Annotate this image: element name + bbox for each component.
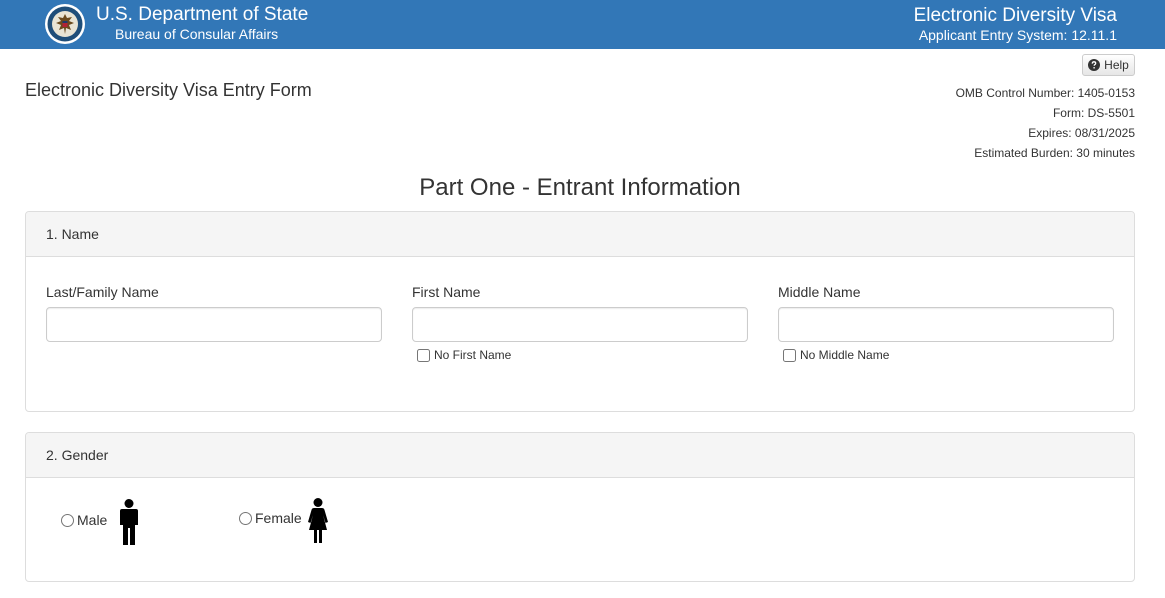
no-first-name-label: No First Name bbox=[434, 348, 512, 362]
omb-control-number: OMB Control Number: 1405-0153 bbox=[955, 86, 1135, 100]
no-middle-name-label: No Middle Name bbox=[800, 348, 890, 362]
header-banner: U.S. Department of State Bureau of Consu… bbox=[0, 0, 1165, 49]
male-radio[interactable] bbox=[61, 513, 74, 527]
last-name-input[interactable] bbox=[46, 307, 382, 342]
female-person-icon bbox=[308, 498, 328, 543]
agency-name: U.S. Department of State bbox=[96, 4, 309, 25]
question-circle-icon bbox=[1088, 59, 1101, 71]
form-title: Electronic Diversity Visa Entry Form bbox=[25, 80, 312, 100]
gender-option-female[interactable]: Female bbox=[239, 510, 302, 526]
female-label: Female bbox=[255, 510, 302, 526]
omb-info: OMB Control Number: 1405-0153 Form: DS-5… bbox=[956, 83, 1135, 163]
male-person-icon bbox=[120, 499, 138, 545]
female-radio[interactable] bbox=[239, 511, 252, 525]
first-name-input[interactable] bbox=[412, 307, 748, 342]
system-version: Applicant Entry System: 12.11.1 bbox=[918, 27, 1117, 43]
estimated-burden: Estimated Burden: 30 minutes bbox=[974, 146, 1135, 160]
middle-name-field: Middle Name No Middle Name bbox=[778, 284, 1114, 362]
no-first-name-option: No First Name bbox=[417, 348, 748, 362]
name-panel: 1. Name Last/Family Name First Name No F… bbox=[25, 211, 1135, 412]
state-department-seal-icon bbox=[45, 4, 85, 44]
last-name-label: Last/Family Name bbox=[46, 284, 159, 300]
system-title: Electronic Diversity Visa bbox=[913, 5, 1117, 26]
form-number: Form: DS-5501 bbox=[1052, 106, 1135, 120]
gender-option-male[interactable]: Male bbox=[61, 512, 107, 528]
no-first-name-checkbox[interactable] bbox=[417, 348, 430, 362]
no-middle-name-checkbox[interactable] bbox=[783, 348, 796, 362]
part-title: Part One - Entrant Information bbox=[419, 174, 741, 201]
help-label: Help bbox=[1104, 58, 1129, 72]
male-label: Male bbox=[77, 512, 108, 528]
middle-name-label: Middle Name bbox=[778, 284, 861, 300]
help-button[interactable]: Help bbox=[1082, 54, 1135, 76]
first-name-label: First Name bbox=[412, 284, 481, 300]
gender-panel: 2. Gender Male Female bbox=[25, 432, 1135, 582]
no-middle-name-option: No Middle Name bbox=[783, 348, 1114, 362]
middle-name-input[interactable] bbox=[778, 307, 1114, 342]
first-name-field: First Name No First Name bbox=[412, 284, 748, 362]
last-name-field: Last/Family Name bbox=[46, 284, 382, 342]
gender-panel-heading: 2. Gender bbox=[26, 433, 1134, 478]
bureau-name: Bureau of Consular Affairs bbox=[115, 26, 279, 42]
expiration-date: Expires: 08/31/2025 bbox=[1028, 126, 1135, 140]
name-panel-heading: 1. Name bbox=[26, 212, 1134, 257]
